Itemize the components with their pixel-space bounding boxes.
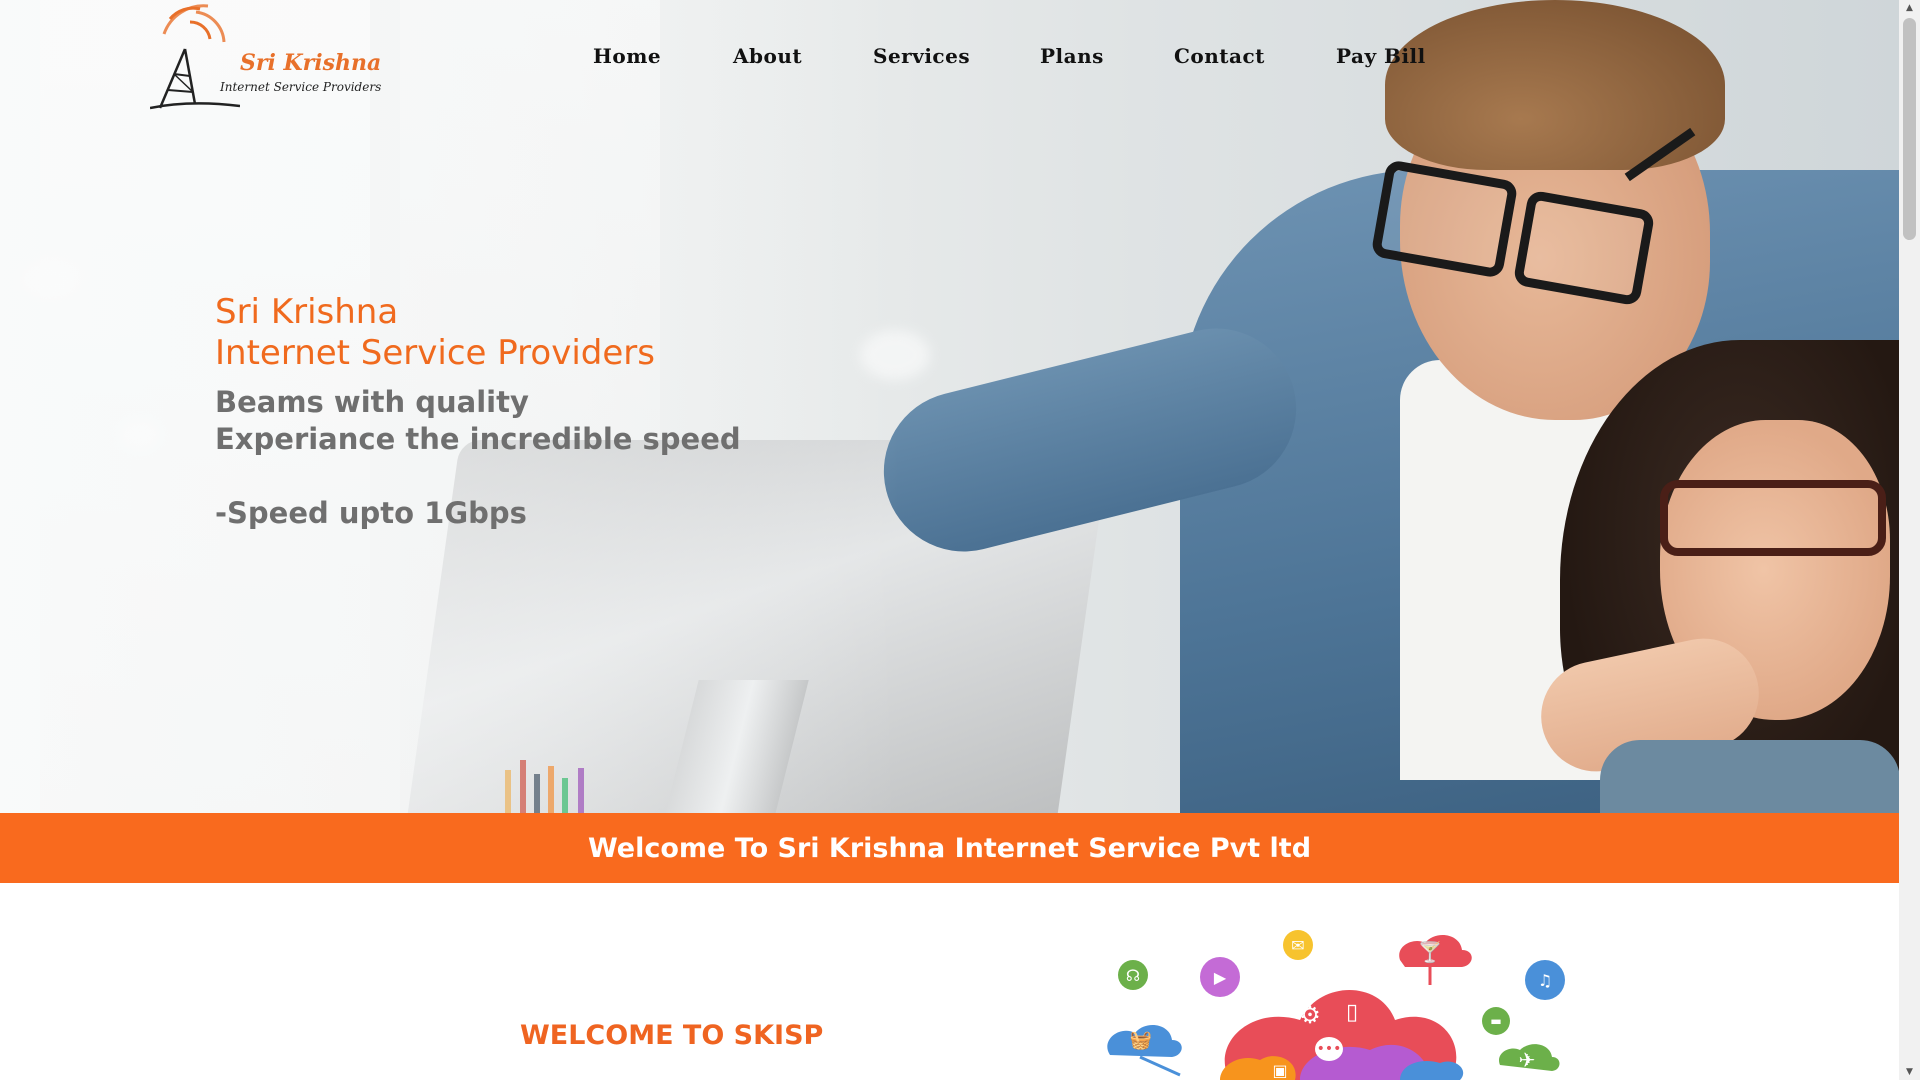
hero-subtitle-line1: Beams with quality <box>215 385 529 419</box>
welcome-section-title: WELCOME TO SKISP <box>520 1020 824 1051</box>
play-icon: ▶ <box>1200 957 1240 997</box>
nav-services-link[interactable]: Services <box>873 44 970 68</box>
logo-tagline-text: Internet Service Providers <box>220 80 382 94</box>
hero-subtitle-line2: Experiance the incredible speed <box>215 422 741 456</box>
page-scrollbar[interactable]: ▲ ▼ <box>1899 0 1920 1080</box>
chat-bubble-icon: ••• <box>1315 1037 1343 1061</box>
hero-woman-top <box>1600 740 1899 813</box>
hero-speed-text: -Speed upto 1Gbps <box>215 496 527 530</box>
briefcase-icon: ▣ <box>1272 1060 1288 1080</box>
gear-icon: ⚙ <box>1299 1001 1321 1029</box>
nav-about-link[interactable]: About <box>733 44 802 68</box>
headphones-icon: ☊ <box>1118 960 1148 990</box>
mobile-phone-icon: ▯ <box>1345 999 1359 1025</box>
hero-title-line1: Sri Krishna <box>215 292 399 332</box>
airplane-icon: ✈ <box>1518 1048 1536 1072</box>
nav-contact-link[interactable]: Contact <box>1174 44 1265 68</box>
main-navigation: Home About Services Plans Contact Pay Bi… <box>0 44 1899 74</box>
mail-icon: ✉ <box>1283 930 1313 960</box>
hero-text-block: Sri Krishna Internet Service Providers B… <box>215 292 741 532</box>
scrollbar-thumb[interactable] <box>1903 18 1916 240</box>
nav-pay-bill-link[interactable]: Pay Bill <box>1336 44 1426 68</box>
nav-home-link[interactable]: Home <box>593 44 661 68</box>
scroll-up-arrow-icon[interactable]: ▲ <box>1899 0 1920 16</box>
hero-woman-glasses <box>1660 480 1886 556</box>
welcome-banner: Welcome To Sri Krishna Internet Service … <box>0 813 1899 883</box>
nav-plans-link[interactable]: Plans <box>1040 44 1104 68</box>
car-icon: ▬ <box>1482 1007 1510 1035</box>
services-cloud-illustration: ☊ ▶ ✉ 🍸 ♫ ▬ 🧺 ⚙ ▯ ••• ▣ ✈ <box>1100 925 1580 1080</box>
welcome-banner-text: Welcome To Sri Krishna Internet Service … <box>587 832 1312 864</box>
scroll-down-arrow-icon[interactable]: ▼ <box>1899 1064 1920 1080</box>
music-note-icon: ♫ <box>1525 960 1565 1000</box>
hero-title-line2: Internet Service Providers <box>215 333 655 373</box>
shopping-basket-icon: 🧺 <box>1129 1029 1153 1051</box>
cocktail-icon: 🍸 <box>1417 940 1443 964</box>
